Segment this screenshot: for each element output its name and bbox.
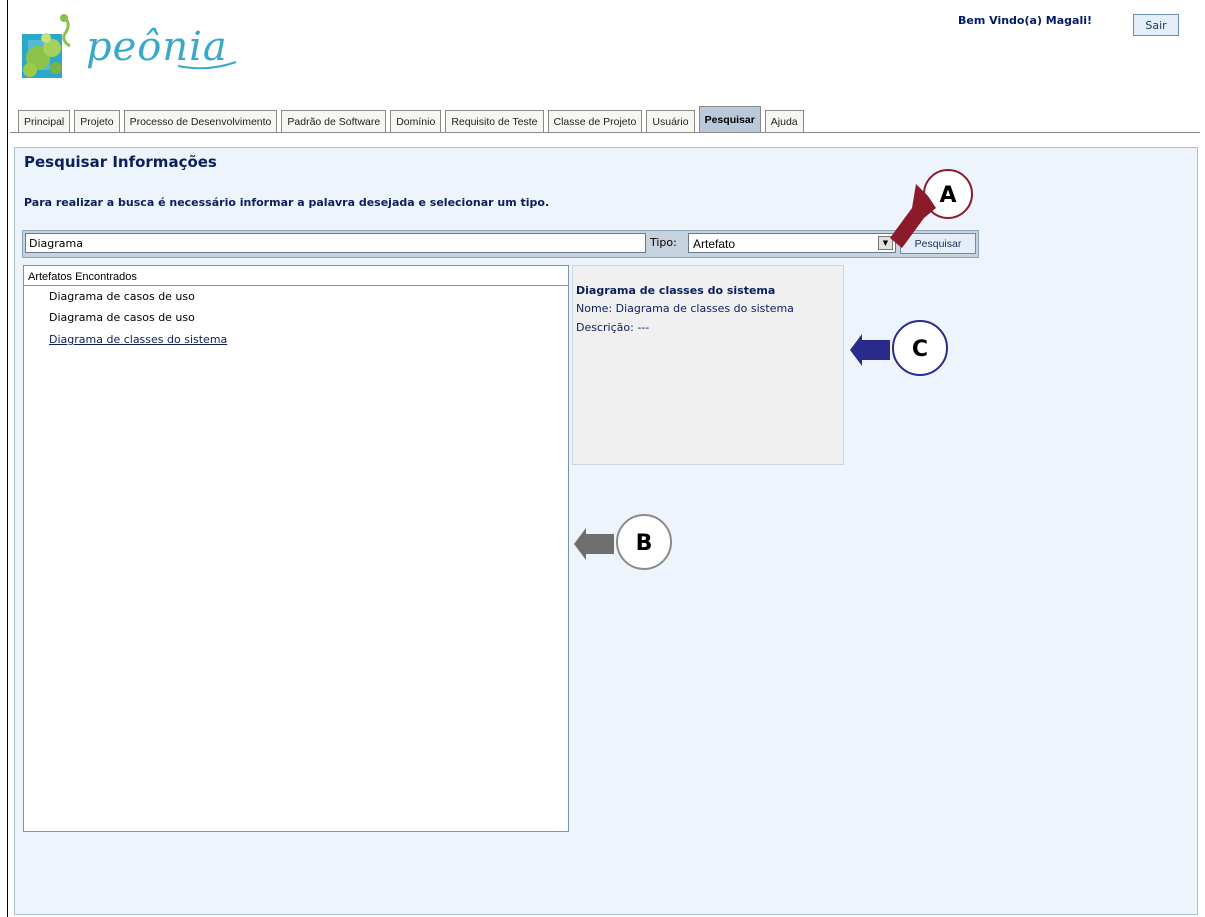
result-item[interactable]: Diagrama de casos de uso (49, 290, 195, 303)
peonia-logo: peônia (18, 8, 248, 88)
tab-padrão-de-software[interactable]: Padrão de Software (281, 110, 387, 132)
arrow-c-icon (850, 334, 890, 366)
main-tab-bar: Principal Projeto Processo de Desenvolvime… (18, 106, 808, 132)
annotation-a-letter: A (939, 183, 956, 208)
tab-projeto[interactable]: Projeto (74, 110, 120, 132)
annotation-a-callout: A (890, 169, 973, 248)
welcome-message: Bem Vindo(a) Magali! (958, 14, 1093, 27)
tab-usuário[interactable]: Usuário (646, 110, 695, 132)
result-item[interactable]: Diagrama de casos de uso (49, 311, 195, 324)
tab-pesquisar[interactable]: Pesquisar (698, 106, 761, 132)
search-instructions: Para realizar a busca é necessário infor… (24, 196, 550, 209)
page-title: Pesquisar Informações (24, 153, 217, 171)
annotation-b-letter: B (636, 531, 653, 556)
tipo-selected-value: Artefato (693, 237, 736, 251)
tab-ajuda[interactable]: Ajuda (764, 110, 804, 132)
detail-title: Diagrama de classes do sistema (576, 284, 776, 297)
tipo-select[interactable]: Artefato ▼ (688, 233, 896, 253)
window-border (7, 0, 8, 917)
detail-description: Descrição: --- (576, 321, 650, 334)
result-item-selected[interactable]: Diagrama de classes do sistema (28, 333, 227, 346)
tab-classe-de-projeto[interactable]: Classe de Projeto (547, 110, 643, 132)
arrow-b-icon (574, 528, 614, 560)
flower-logo-icon (22, 14, 71, 78)
tab-bar-divider (10, 132, 1200, 133)
logout-button[interactable]: Sair (1133, 14, 1179, 36)
annotation-b-callout: B (574, 514, 672, 570)
logo-swoosh-icon (178, 61, 237, 70)
tab-processo-de-desenvolvimento[interactable]: Processo de Desenvolvimento (123, 110, 278, 132)
tipo-label: Tipo: (650, 236, 677, 249)
results-list: Artefatos Encontrados Diagrama de casos … (23, 265, 569, 832)
tab-principal[interactable]: Principal (18, 110, 71, 132)
detail-name: Nome: Diagrama de classes do sistema (576, 302, 794, 315)
annotation-c-letter: C (912, 337, 928, 362)
results-header: Artefatos Encontrados (24, 266, 568, 286)
artifact-detail-panel: Diagrama de classes do sistema Nome: Dia… (572, 265, 844, 465)
search-input[interactable] (25, 233, 646, 253)
tab-requisito-de-teste[interactable]: Requisito de Teste (445, 110, 544, 132)
annotation-c-callout: C (850, 320, 948, 376)
tab-domínio[interactable]: Domínio (390, 110, 442, 132)
